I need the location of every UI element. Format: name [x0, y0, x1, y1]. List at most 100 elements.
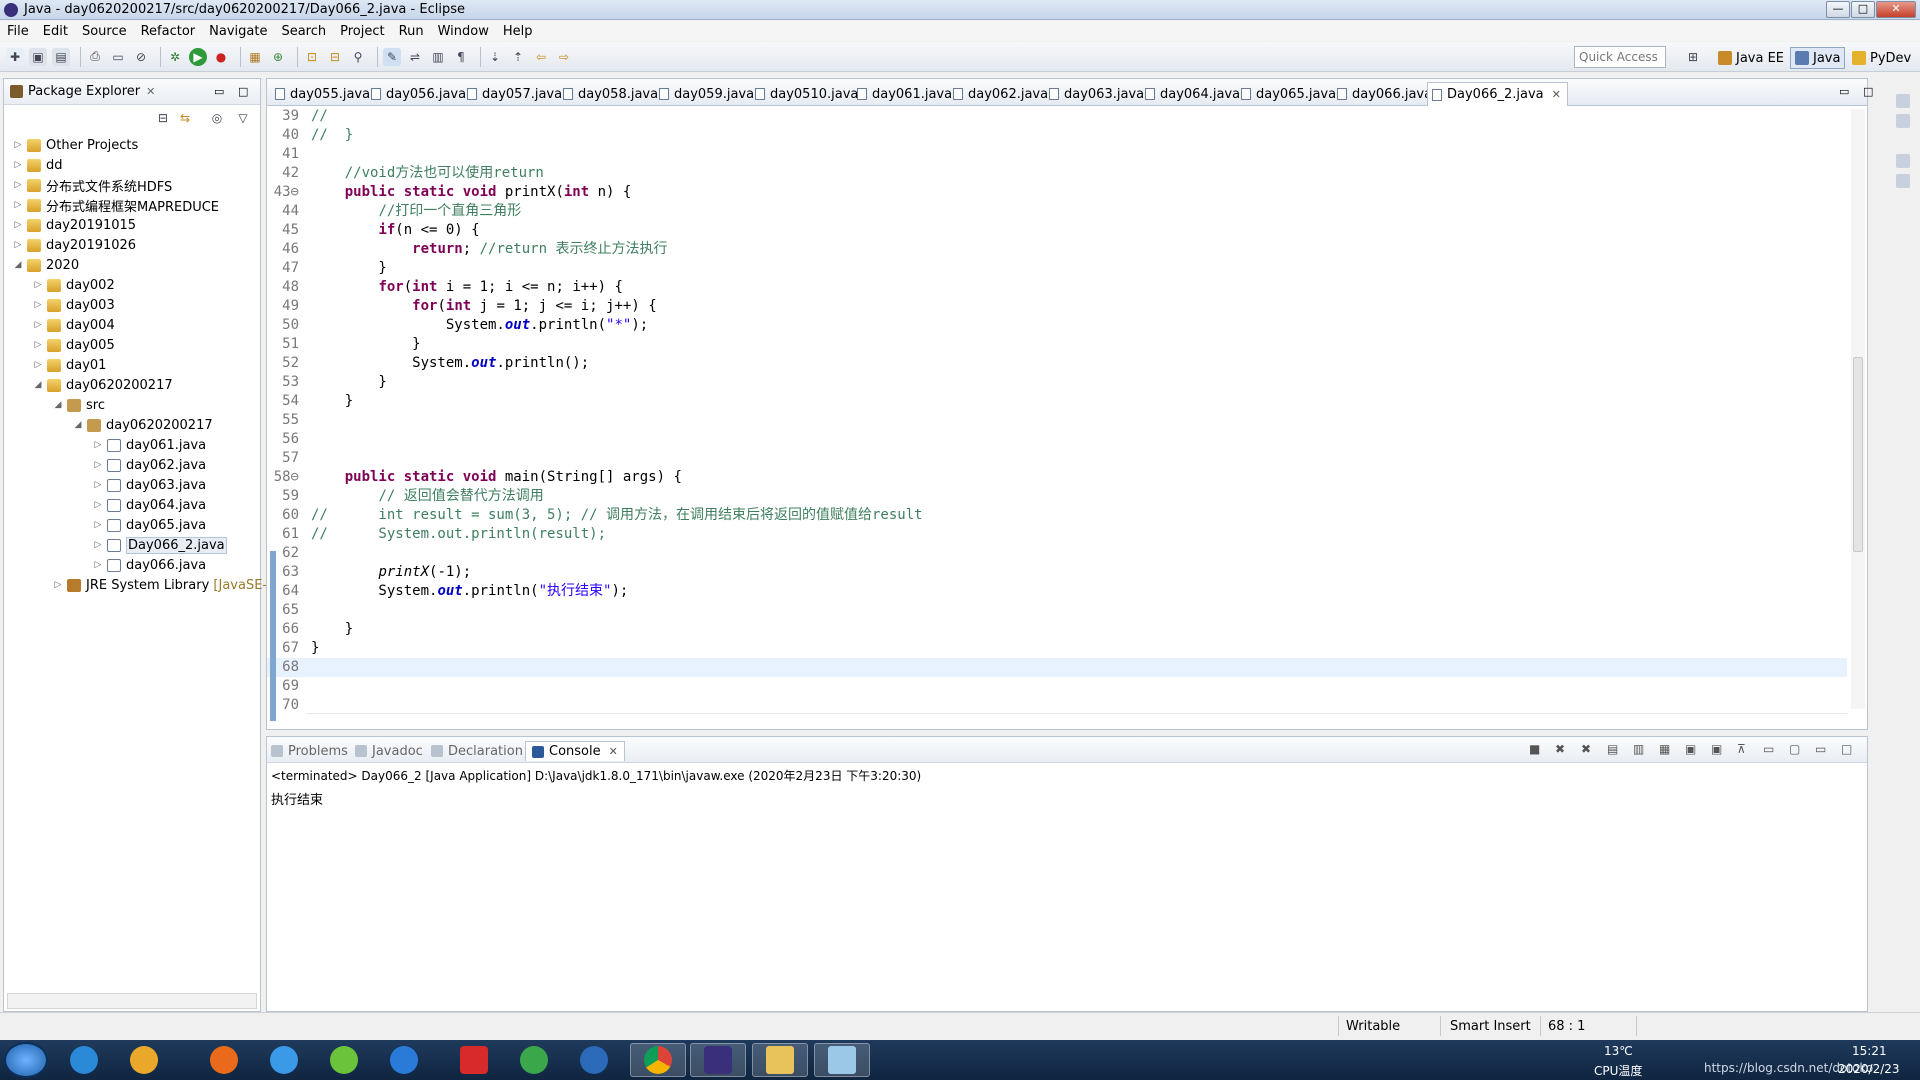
menu-window[interactable]: Window: [431, 24, 496, 39]
menu-edit[interactable]: Edit: [36, 24, 75, 39]
focus-icon[interactable]: ◎: [208, 109, 226, 127]
collapse-arrow-icon[interactable]: ◢: [32, 380, 44, 390]
perspective-pydev[interactable]: PyDev: [1848, 47, 1915, 69]
code-line[interactable]: 66 }: [267, 620, 1847, 639]
search-icon[interactable]: ⚲: [349, 48, 367, 66]
tree-item[interactable]: ▷ day002: [32, 275, 115, 295]
coverage-icon[interactable]: ●: [212, 48, 230, 66]
tree-item[interactable]: ▷ day064.java: [92, 495, 207, 515]
maximize-button[interactable]: □: [1851, 1, 1875, 18]
tree-item[interactable]: ▷ 分布式文件系统HDFS: [12, 175, 172, 195]
menu-search[interactable]: Search: [274, 24, 333, 39]
taskbar-youdao[interactable]: [446, 1043, 502, 1077]
package-explorer-scrollbar[interactable]: [7, 993, 257, 1009]
close-view-icon[interactable]: ✕: [146, 85, 155, 98]
code-line[interactable]: 56: [267, 430, 1847, 449]
code-line[interactable]: 62: [267, 544, 1847, 563]
expand-arrow-icon[interactable]: ▷: [92, 540, 104, 550]
scroll-lock-icon[interactable]: ▥: [1633, 742, 1644, 756]
minimize-editor-icon[interactable]: ▭: [1839, 85, 1849, 98]
link-with-editor-icon[interactable]: ⇆: [176, 109, 194, 127]
code-line[interactable]: 53 }: [267, 373, 1847, 392]
tree-item[interactable]: ▷ day01: [32, 355, 107, 375]
code-line[interactable]: 59 // 返回值会替代方法调用: [267, 487, 1847, 506]
editor-tab[interactable]: day056.java: [367, 82, 466, 106]
open-console-icon[interactable]: ▢: [1789, 742, 1800, 756]
console-tab[interactable]: Declaration: [431, 741, 523, 761]
toggle-mark-occurrences-icon[interactable]: ✎: [383, 47, 401, 66]
tree-item[interactable]: ◢ day0620200217: [72, 415, 213, 435]
editor-vertical-scrollbar[interactable]: [1851, 109, 1865, 709]
remove-launch-icon[interactable]: ✖: [1555, 742, 1565, 756]
code-line[interactable]: 52 System.out.println();: [267, 354, 1847, 373]
perspective-java-ee[interactable]: Java EE: [1714, 47, 1788, 69]
close-window-button[interactable]: ✕: [1876, 1, 1916, 18]
code-line[interactable]: 41: [267, 145, 1847, 164]
editor-horizontal-scrollbar[interactable]: [307, 713, 1847, 727]
expand-arrow-icon[interactable]: ▷: [92, 480, 104, 490]
menu-help[interactable]: Help: [496, 24, 540, 39]
side-hierarchy-icon[interactable]: [1896, 174, 1910, 188]
run-icon[interactable]: ▶: [189, 47, 207, 66]
code-line[interactable]: 46 return; //return 表示终止方法执行: [267, 240, 1847, 259]
tree-item[interactable]: ▷ dd: [12, 155, 63, 175]
view-menu-icon[interactable]: ▽: [234, 109, 252, 127]
new-icon[interactable]: ✚: [6, 47, 24, 66]
tree-item[interactable]: ▷ day066.java: [92, 555, 207, 575]
editor-tab[interactable]: day057.java: [463, 82, 562, 106]
menu-file[interactable]: File: [0, 24, 36, 39]
toggle-word-wrap-icon[interactable]: ⇌: [406, 48, 424, 66]
word-wrap-icon[interactable]: ▦: [1659, 742, 1670, 756]
code-line[interactable]: 55: [267, 411, 1847, 430]
close-tab-icon[interactable]: ✕: [609, 745, 618, 758]
taskbar-app-13[interactable]: [814, 1043, 870, 1077]
expand-arrow-icon[interactable]: ▷: [92, 440, 104, 450]
expand-arrow-icon[interactable]: ▷: [92, 560, 104, 570]
expand-arrow-icon[interactable]: ▷: [12, 160, 24, 170]
editor-tab[interactable]: day063.java: [1045, 82, 1144, 106]
menu-run[interactable]: Run: [392, 24, 431, 39]
editor-tab[interactable]: day066.java: [1333, 82, 1432, 106]
collapse-all-icon[interactable]: ⊟: [154, 109, 172, 127]
close-tab-icon[interactable]: ✕: [1552, 88, 1561, 101]
maximize-view-icon[interactable]: □: [238, 85, 248, 98]
minimize-button[interactable]: —: [1826, 1, 1850, 18]
code-line[interactable]: 49 for(int j = 1; j <= i; j++) {: [267, 297, 1847, 316]
show-on-output-icon[interactable]: ▣: [1685, 742, 1696, 756]
code-line[interactable]: 69: [267, 677, 1847, 696]
start-button[interactable]: [4, 1042, 48, 1078]
open-folder-icon[interactable]: ⊟: [326, 48, 344, 66]
expand-arrow-icon[interactable]: ▷: [52, 580, 64, 590]
collapse-arrow-icon[interactable]: ◢: [12, 260, 24, 270]
new-package-icon[interactable]: ⊕: [269, 48, 287, 66]
display-console-icon[interactable]: ▭: [1763, 742, 1774, 756]
console-tab[interactable]: Javadoc: [355, 741, 423, 761]
terminal-icon[interactable]: ▭: [109, 48, 127, 66]
code-line[interactable]: 58⊖ public static void main(String[] arg…: [267, 468, 1847, 487]
code-line[interactable]: 51 }: [267, 335, 1847, 354]
taskbar-baidu[interactable]: [256, 1043, 312, 1077]
perspective-java[interactable]: Java: [1790, 47, 1846, 69]
tree-item[interactable]: ▷ day061.java: [92, 435, 207, 455]
taskbar-ie[interactable]: [56, 1043, 112, 1077]
editor-tab[interactable]: day055.java: [271, 82, 370, 106]
expand-arrow-icon[interactable]: ▷: [12, 180, 24, 190]
expand-arrow-icon[interactable]: ▷: [12, 140, 24, 150]
editor-tab[interactable]: day062.java: [949, 82, 1048, 106]
tree-item[interactable]: ▷ 分布式编程框架MAPREDUCE: [12, 195, 219, 215]
editor-tab[interactable]: day061.java: [853, 82, 952, 106]
block-selection-icon[interactable]: ▥: [429, 48, 447, 66]
editor-tab[interactable]: day064.java: [1141, 82, 1240, 106]
tree-item[interactable]: ◢ 2020: [12, 255, 80, 275]
tree-item[interactable]: ▷ day003: [32, 295, 115, 315]
taskbar-app-8[interactable]: [506, 1043, 562, 1077]
collapse-arrow-icon[interactable]: ◢: [52, 400, 64, 410]
taskbar-app-2[interactable]: [116, 1043, 172, 1077]
code-line[interactable]: 50 System.out.println("*");: [267, 316, 1847, 335]
code-line[interactable]: 47 }: [267, 259, 1847, 278]
expand-arrow-icon[interactable]: ▷: [12, 220, 24, 230]
code-line[interactable]: 67}: [267, 639, 1847, 658]
print-icon[interactable]: ⎙: [86, 48, 104, 66]
collapse-arrow-icon[interactable]: ◢: [72, 420, 84, 430]
next-annotation-icon[interactable]: ⇣: [486, 48, 504, 66]
